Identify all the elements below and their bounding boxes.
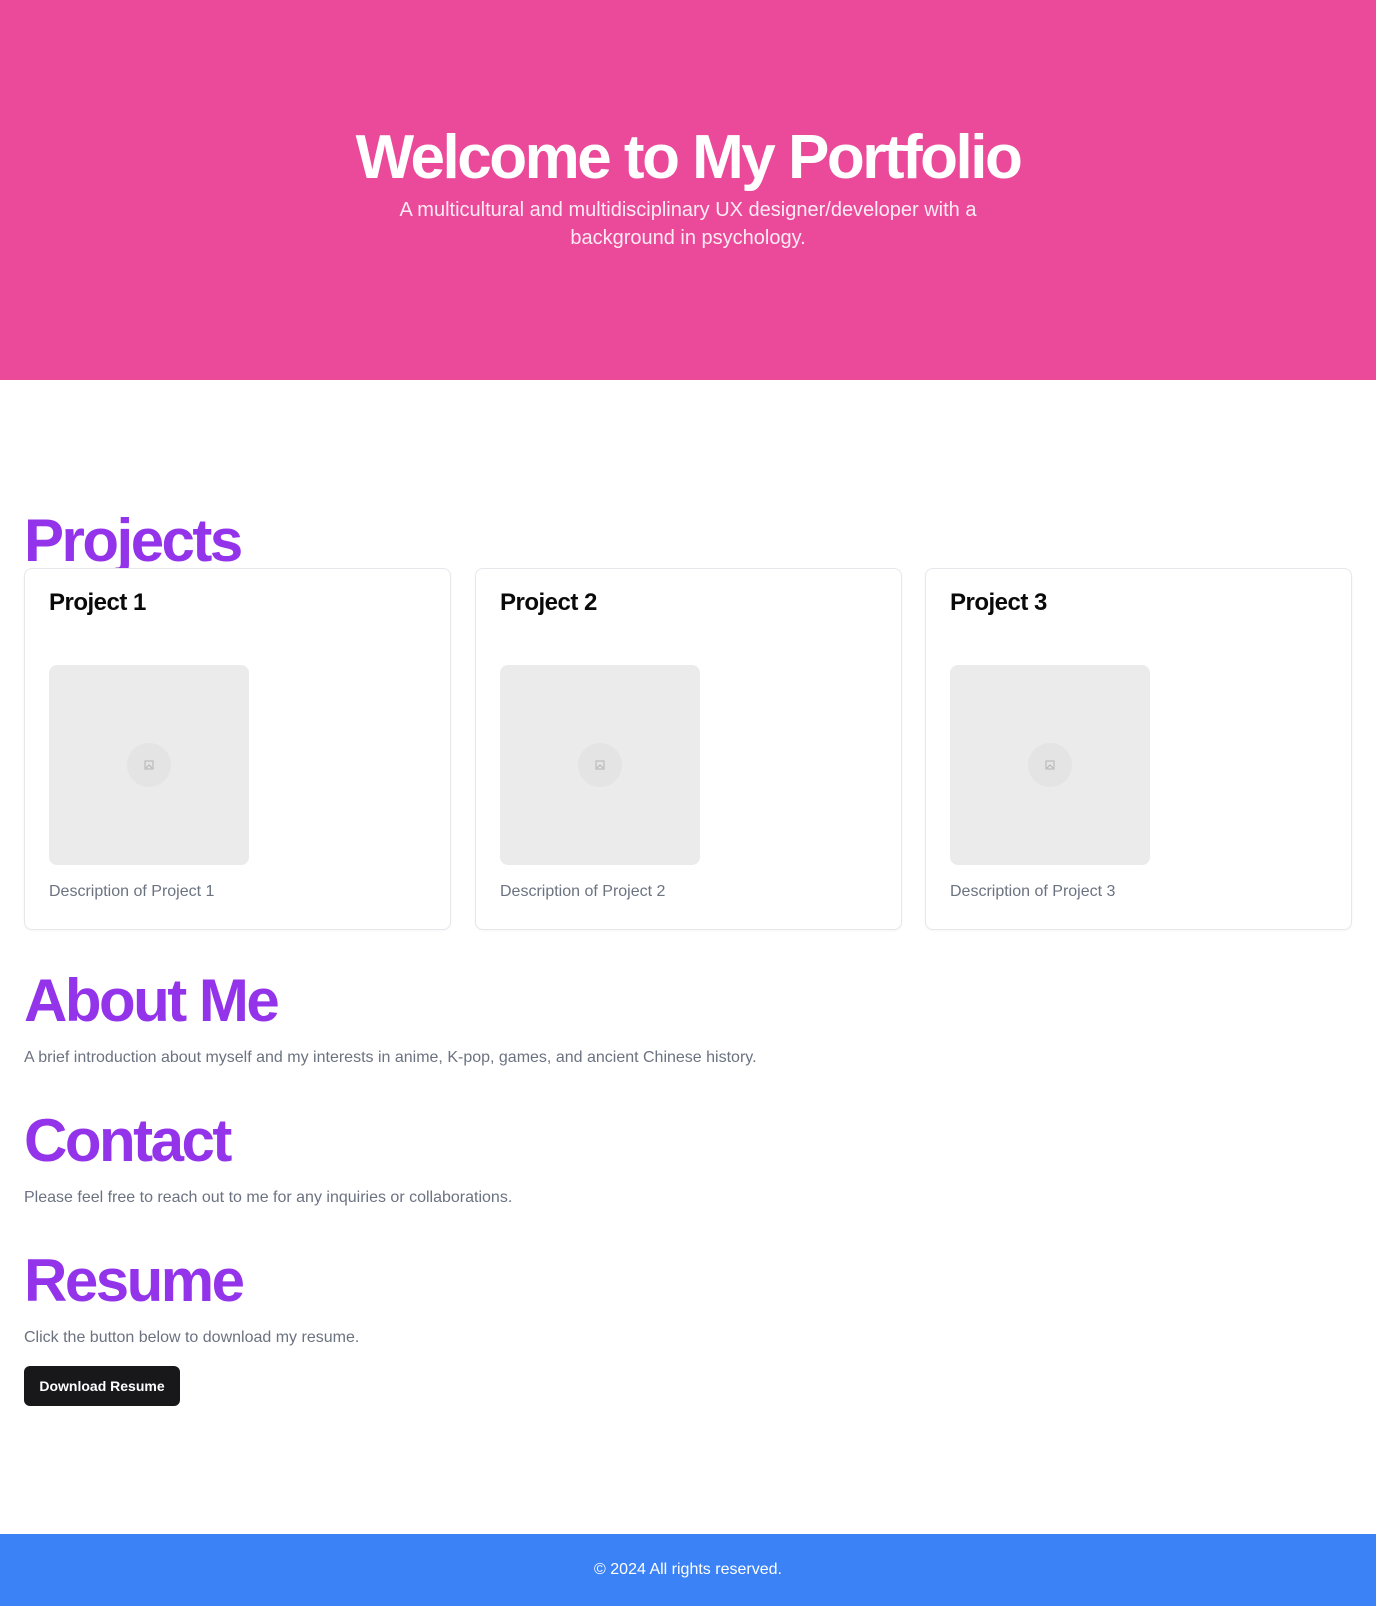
- hero-banner: Welcome to My Portfolio A multicultural …: [0, 0, 1376, 380]
- download-resume-button[interactable]: Download Resume: [24, 1366, 180, 1406]
- contact-text: Please feel free to reach out to me for …: [24, 1189, 513, 1206]
- project-description: Description of Project 3: [950, 883, 1116, 900]
- contact-heading: Contact: [24, 1107, 232, 1174]
- footer-copyright: © 2024 All rights reserved.: [594, 1561, 782, 1578]
- project-title: Project 2: [500, 589, 597, 616]
- project-image: [950, 665, 1150, 865]
- footer: © 2024 All rights reserved.: [0, 1534, 1376, 1606]
- project-card-3[interactable]: Project 3 Description of Project 3: [925, 568, 1352, 930]
- project-title: Project 1: [49, 589, 146, 616]
- project-image: [500, 665, 700, 865]
- image-placeholder-icon: [1028, 743, 1072, 787]
- resume-heading: Resume: [24, 1247, 245, 1314]
- project-description: Description of Project 2: [500, 883, 666, 900]
- hero-subtitle: A multicultural and multidisciplinary UX…: [399, 199, 977, 249]
- about-text: A brief introduction about myself and my…: [24, 1049, 757, 1066]
- projects-heading: Projects: [24, 507, 243, 574]
- project-description: Description of Project 1: [49, 883, 215, 900]
- project-card-1[interactable]: Project 1 Description of Project 1: [24, 568, 451, 930]
- image-placeholder-icon: [127, 743, 171, 787]
- project-card-2[interactable]: Project 2 Description of Project 2: [475, 568, 902, 930]
- resume-text: Click the button below to download my re…: [24, 1329, 360, 1346]
- about-heading: About Me: [24, 967, 280, 1034]
- image-placeholder-icon: [578, 743, 622, 787]
- project-title: Project 3: [950, 589, 1047, 616]
- project-image: [49, 665, 249, 865]
- hero-title: Welcome to My Portfolio: [355, 123, 1023, 192]
